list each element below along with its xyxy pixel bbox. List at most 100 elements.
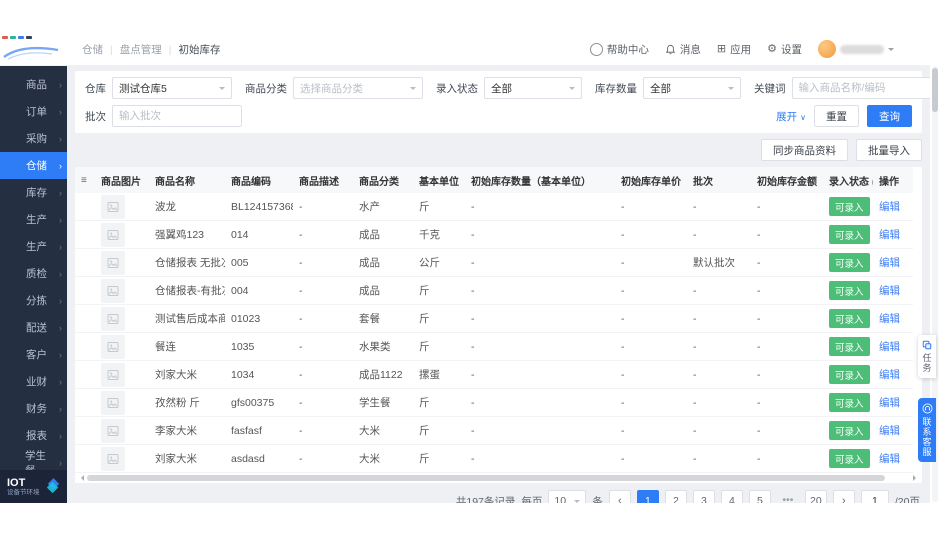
cell-initial-price: -: [615, 220, 687, 249]
page-button[interactable]: 20: [804, 490, 827, 503]
table-row[interactable]: 餐连 1035 - 水果类 斤 - - - - 可录入 编辑: [75, 332, 913, 361]
tasks-fab[interactable]: 任务: [918, 335, 936, 378]
cell-batch: -: [687, 332, 751, 361]
keyword-input[interactable]: [791, 77, 930, 99]
sidebar-item[interactable]: 采购: [0, 125, 67, 152]
table-row[interactable]: 仓储报表-有批次 004 - 成品 斤 - - - - 可录入 编辑: [75, 276, 913, 305]
table-row[interactable]: 孜然粉 斤 gfs00375 - 学生餐 斤 - - - - 可录入 编辑: [75, 388, 913, 417]
edit-link[interactable]: 编辑: [879, 257, 900, 269]
sidebar-item[interactable]: 订单: [0, 98, 67, 125]
edit-link[interactable]: 编辑: [879, 369, 900, 381]
expand-link[interactable]: 展开: [776, 109, 806, 124]
sidebar-footer[interactable]: IOT 设备节环境: [0, 470, 67, 503]
vertical-scrollbar-thumb[interactable]: [932, 68, 938, 112]
scroll-left-arrow-icon[interactable]: [78, 475, 84, 481]
column-header: 商品分类: [353, 167, 413, 193]
table-row[interactable]: 波龙 BL124157368 - 水产 斤 - - - - 可录入 编辑: [75, 193, 913, 221]
search-button[interactable]: 查询: [867, 105, 912, 127]
status-badge: 可录入: [829, 197, 870, 216]
next-page-button[interactable]: [832, 490, 855, 503]
horizontal-scrollbar-thumb[interactable]: [87, 475, 886, 481]
table-row[interactable]: 刘家大米 asdasd - 大米 斤 - - - - 可录入 编辑: [75, 444, 913, 473]
entry-status-select[interactable]: 全部: [484, 77, 582, 99]
tasks-label: 任务: [921, 353, 932, 373]
chevron-down-icon: [728, 87, 734, 93]
prev-page-button[interactable]: [608, 490, 631, 503]
sidebar-item[interactable]: 仓储: [0, 152, 67, 179]
edit-link[interactable]: 编辑: [879, 425, 900, 437]
status-badge: 可录入: [829, 337, 870, 356]
messages-button[interactable]: 消息: [665, 42, 701, 57]
breadcrumb-item[interactable]: 仓储: [82, 42, 103, 57]
settings-button[interactable]: ⚙ 设置: [767, 42, 802, 57]
breadcrumb-item[interactable]: 盘点管理: [103, 42, 162, 57]
row-expand-cell: [75, 388, 95, 417]
entry-status-filter: 录入状态 全部: [436, 77, 582, 99]
edit-link[interactable]: 编辑: [879, 313, 900, 325]
edit-link[interactable]: 编辑: [879, 229, 900, 241]
sidebar-item[interactable]: 业财: [0, 368, 67, 395]
page-button[interactable]: 4: [720, 490, 743, 503]
cell-product-name: 李家大米: [149, 416, 225, 445]
page-button[interactable]: 1: [636, 490, 659, 503]
sidebar-item[interactable]: 库存: [0, 179, 67, 206]
table-row[interactable]: 李家大米 fasfasf - 大米 斤 - - - - 可录入 编辑: [75, 416, 913, 445]
cell-base-unit: 摞蛋: [413, 360, 465, 389]
sidebar-item[interactable]: 商品: [0, 71, 67, 98]
edit-link[interactable]: 编辑: [879, 285, 900, 297]
sidebar-item[interactable]: 客户: [0, 341, 67, 368]
sidebar-item[interactable]: 生产: [0, 233, 67, 260]
sidebar-item[interactable]: 配送: [0, 314, 67, 341]
horizontal-scrollbar[interactable]: [75, 473, 922, 483]
row-expand-cell: [75, 416, 95, 445]
cell-batch: -: [687, 444, 751, 473]
chevron-right-icon: [59, 80, 62, 90]
sidebar-item[interactable]: 财务: [0, 395, 67, 422]
cell-batch: -: [687, 276, 751, 305]
cell-base-unit: 斤: [413, 444, 465, 473]
sidebar-item[interactable]: 质检: [0, 260, 67, 287]
stock-qty-select[interactable]: 全部: [643, 77, 741, 99]
warehouse-select[interactable]: 测试仓库5: [112, 77, 232, 99]
user-menu[interactable]: [818, 40, 894, 58]
sidebar-item[interactable]: 生产: [0, 206, 67, 233]
reset-button[interactable]: 重置: [814, 105, 859, 127]
table-row[interactable]: 仓储报表 无批次 005 - 成品 公斤 - - 默认批次 - 可录入 编辑: [75, 248, 913, 277]
table-row[interactable]: 强翼鸡123 014 - 成品 千克 - - - - 可录入 编辑: [75, 220, 913, 249]
help-center-button[interactable]: 帮助中心: [589, 42, 649, 57]
status-badge: 可录入: [829, 449, 870, 468]
cell-product-code: 004: [225, 276, 293, 305]
edit-link[interactable]: 编辑: [879, 453, 900, 465]
sync-products-button[interactable]: 同步商品资料: [761, 139, 848, 161]
expand-all-icon[interactable]: [81, 175, 87, 186]
sidebar-item[interactable]: 报表: [0, 422, 67, 449]
page-jump-input[interactable]: [860, 490, 889, 503]
column-header: 初始库存数量（基本单位）: [465, 167, 615, 193]
scroll-right-arrow-icon[interactable]: [913, 475, 919, 481]
page-button[interactable]: 5: [748, 490, 771, 503]
table-row[interactable]: 测试售后成本商品 01023 - 套餐 斤 - - - - 可录入 编辑: [75, 304, 913, 333]
page-button[interactable]: •••: [777, 490, 799, 503]
breadcrumb-item[interactable]: 初始库存: [162, 42, 220, 57]
total-records: 共197条记录: [455, 495, 516, 504]
cell-initial-amount: -: [751, 276, 823, 305]
sidebar-item-label: 生产: [26, 214, 47, 226]
sidebar-item-label: 财务: [26, 403, 47, 415]
batch-import-button[interactable]: 批量导入: [856, 139, 922, 161]
breadcrumb: 仓储盘点管理初始库存: [82, 42, 220, 57]
edit-link[interactable]: 编辑: [879, 201, 900, 213]
sidebar-item[interactable]: 分拣: [0, 287, 67, 314]
table-row[interactable]: 刘家大米 1034 - 成品1122 摞蛋 - - - - 可录入 编辑: [75, 360, 913, 389]
page-button[interactable]: 3: [692, 490, 715, 503]
page-button[interactable]: 2: [664, 490, 687, 503]
sidebar-item-label: 订单: [26, 106, 47, 118]
edit-link[interactable]: 编辑: [879, 341, 900, 353]
edit-link[interactable]: 编辑: [879, 397, 900, 409]
per-page-select[interactable]: 10: [548, 490, 587, 503]
batch-input[interactable]: [112, 105, 242, 127]
info-icon[interactable]: [872, 176, 873, 188]
contact-service-fab[interactable]: 联系客服: [918, 398, 936, 462]
category-select[interactable]: 选择商品分类: [293, 77, 423, 99]
cell-category: 成品1122: [353, 360, 413, 389]
apps-button[interactable]: ⊞ 应用: [717, 42, 751, 57]
